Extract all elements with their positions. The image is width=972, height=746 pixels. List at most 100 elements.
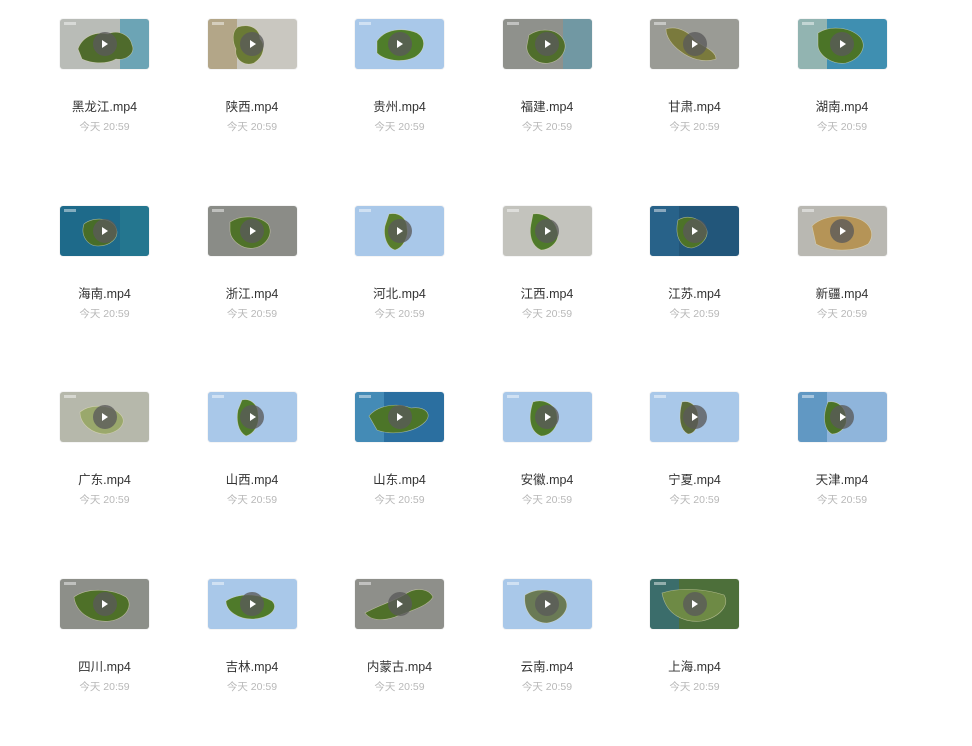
file-item[interactable]: 新疆.mp4今天 20:59 [772,187,920,374]
file-name[interactable]: 山东.mp4 [329,469,470,488]
play-icon [690,39,699,49]
video-thumbnail[interactable] [208,206,297,256]
play-button[interactable] [683,219,707,243]
file-name[interactable]: 江苏.mp4 [624,283,765,302]
video-thumbnail[interactable] [60,392,149,442]
video-thumbnail[interactable] [208,579,297,629]
video-thumbnail[interactable] [503,579,592,629]
video-thumbnail[interactable] [355,392,444,442]
play-button[interactable] [535,592,559,616]
file-name[interactable]: 安徽.mp4 [477,469,618,488]
video-thumbnail[interactable] [208,392,297,442]
file-item[interactable]: 四川.mp4今天 20:59 [34,560,182,746]
file-name[interactable]: 河北.mp4 [329,283,470,302]
play-button[interactable] [93,405,117,429]
file-item[interactable]: 宁夏.mp4 今天 20:59 [624,373,772,560]
video-thumbnail[interactable] [503,19,592,69]
play-button[interactable] [535,32,559,56]
file-name[interactable]: 四川.mp4 [34,656,175,675]
play-button[interactable] [388,405,412,429]
file-item[interactable]: 江西.mp4今天 20:59 [477,187,625,374]
video-thumbnail[interactable] [355,579,444,629]
play-button[interactable] [830,32,854,56]
file-timestamp: 今天 20:59 [624,492,765,507]
file-name[interactable]: 上海.mp4 [624,656,765,675]
file-item[interactable]: 甘肃.mp4今天 20:59 [624,0,772,187]
file-item[interactable]: 山西.mp4今天 20:59 [182,373,330,560]
file-name[interactable]: 湖南.mp4 [772,96,913,115]
play-button[interactable] [388,32,412,56]
file-item[interactable]: 内蒙古.mp4今天 20:59 [329,560,477,746]
play-button[interactable] [93,592,117,616]
file-item[interactable]: 黑龙江.mp4今天 20:59 [34,0,182,187]
play-icon [838,226,847,236]
file-name[interactable]: 贵州.mp4 [329,96,470,115]
file-name[interactable]: 山西.mp4 [182,469,323,488]
video-thumbnail[interactable] [650,206,739,256]
video-thumbnail[interactable] [798,19,887,69]
play-button[interactable] [240,405,264,429]
file-item[interactable]: 广东.mp4今天 20:59 [34,373,182,560]
play-button[interactable] [830,405,854,429]
file-item[interactable]: 浙江.mp4今天 20:59 [182,187,330,374]
file-name[interactable]: 海南.mp4 [34,283,175,302]
play-button[interactable] [830,219,854,243]
video-thumbnail[interactable] [60,206,149,256]
file-item[interactable]: 吉林.mp4今天 20:59 [182,560,330,746]
video-thumbnail[interactable] [503,392,592,442]
file-name[interactable]: 浙江.mp4 [182,283,323,302]
file-name[interactable]: 甘肃.mp4 [624,96,765,115]
video-thumbnail[interactable] [650,19,739,69]
play-button[interactable] [683,405,707,429]
video-thumbnail[interactable] [60,579,149,629]
video-thumbnail[interactable] [650,579,739,629]
play-icon [248,39,257,49]
file-item[interactable]: 河北.mp4今天 20:59 [329,187,477,374]
play-button[interactable] [388,219,412,243]
video-thumbnail[interactable] [650,392,739,442]
video-thumbnail[interactable] [798,392,887,442]
file-grid: 黑龙江.mp4今天 20:59陕西.mp4今天 20:59贵州.mp4今天 20… [34,0,919,746]
file-name[interactable]: 江西.mp4 [477,283,618,302]
file-item[interactable]: 天津.mp4 今天 20:59 [772,373,920,560]
file-name[interactable]: 吉林.mp4 [182,656,323,675]
file-item[interactable]: 云南.mp4今天 20:59 [477,560,625,746]
video-thumbnail[interactable] [355,206,444,256]
file-name[interactable]: 新疆.mp4 [772,283,913,302]
play-button[interactable] [240,592,264,616]
file-name[interactable]: 云南.mp4 [477,656,618,675]
file-timestamp: 今天 20:59 [624,679,765,694]
file-item[interactable]: 福建.mp4今天 20:59 [477,0,625,187]
file-item[interactable]: 江苏.mp4今天 20:59 [624,187,772,374]
file-item[interactable]: 海南.mp4今天 20:59 [34,187,182,374]
play-button[interactable] [535,405,559,429]
file-name[interactable]: 天津.mp4 [772,469,913,488]
file-item[interactable]: 贵州.mp4今天 20:59 [329,0,477,187]
play-button[interactable] [683,592,707,616]
video-thumbnail[interactable] [503,206,592,256]
file-timestamp: 今天 20:59 [772,492,913,507]
play-button[interactable] [240,219,264,243]
file-item[interactable]: 安徽.mp4今天 20:59 [477,373,625,560]
video-thumbnail[interactable] [798,206,887,256]
play-button[interactable] [240,32,264,56]
file-name[interactable]: 黑龙江.mp4 [34,96,175,115]
file-item[interactable]: 陕西.mp4今天 20:59 [182,0,330,187]
play-button[interactable] [388,592,412,616]
file-item[interactable]: 湖南.mp4今天 20:59 [772,0,920,187]
file-item[interactable]: 上海.mp4 今天 20:59 [624,560,772,746]
play-button[interactable] [535,219,559,243]
play-icon [248,599,257,609]
video-thumbnail[interactable] [60,19,149,69]
file-name[interactable]: 广东.mp4 [34,469,175,488]
play-button[interactable] [683,32,707,56]
file-name[interactable]: 内蒙古.mp4 [329,656,470,675]
file-name[interactable]: 陕西.mp4 [182,96,323,115]
file-name[interactable]: 福建.mp4 [477,96,618,115]
video-thumbnail[interactable] [355,19,444,69]
file-item[interactable]: 山东.mp4今天 20:59 [329,373,477,560]
play-button[interactable] [93,32,117,56]
play-button[interactable] [93,219,117,243]
video-thumbnail[interactable] [208,19,297,69]
file-name[interactable]: 宁夏.mp4 [624,469,765,488]
